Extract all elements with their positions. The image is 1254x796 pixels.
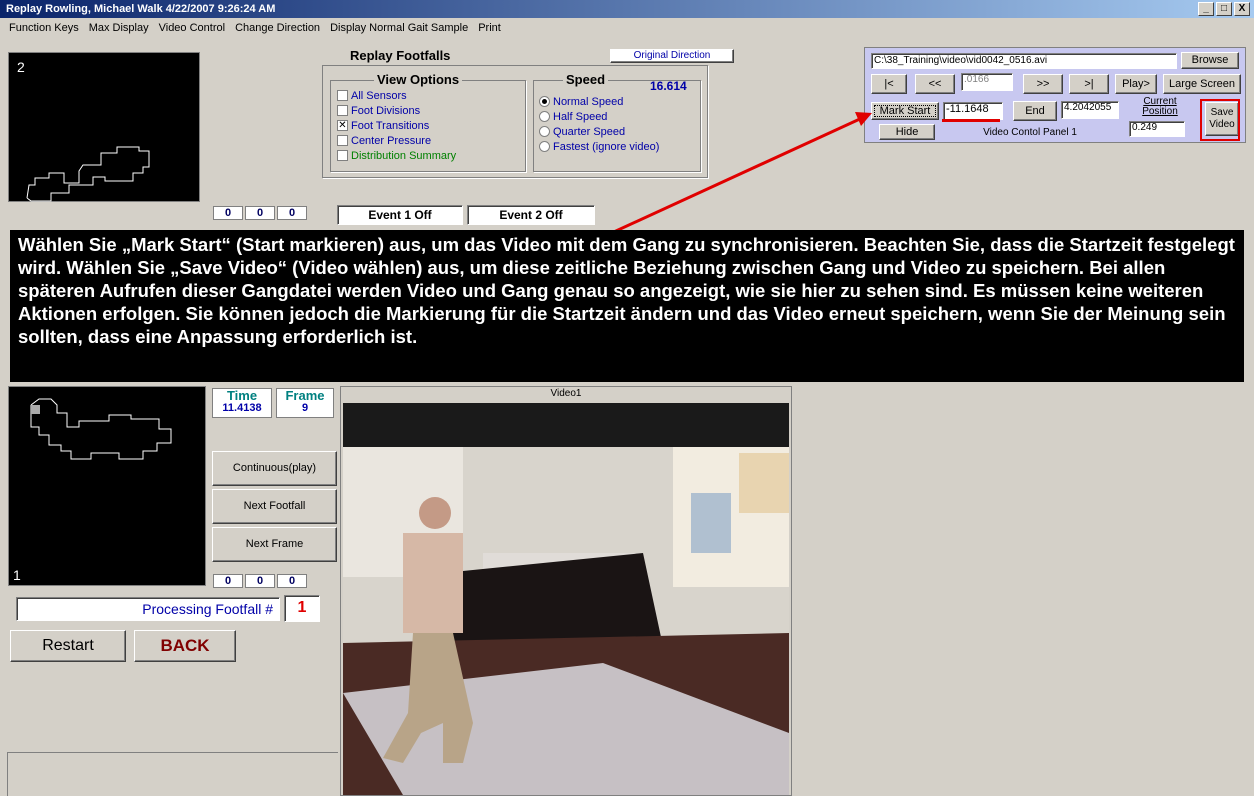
time-box: Time 11.4138 — [212, 388, 272, 418]
time-value: 11.4138 — [222, 402, 262, 414]
bottom-counters: 0 0 0 — [213, 574, 307, 588]
divider — [8, 752, 338, 753]
counter-1: 0 — [213, 574, 243, 588]
pointer-arrow-icon — [604, 112, 872, 238]
restart-button[interactable]: Restart — [10, 630, 126, 662]
footprint-panel-bottom: 1 — [8, 386, 206, 586]
processing-label: Processing Footfall # — [16, 597, 280, 621]
video-window: Video1 — [340, 386, 792, 796]
footprint-outline-icon — [30, 398, 172, 460]
back-button[interactable]: BACK — [134, 630, 236, 662]
next-footfall-button[interactable]: Next Footfall — [212, 489, 337, 524]
counter-3: 0 — [277, 574, 307, 588]
frame-box: Frame 9 — [276, 388, 334, 418]
frame-label: Frame — [285, 388, 325, 403]
video-scene-image — [343, 403, 789, 795]
processing-value: 1 — [284, 595, 320, 622]
counter-2: 0 — [245, 574, 275, 588]
instruction-caption: Wählen Sie „Mark Start“ (Start markieren… — [10, 230, 1244, 382]
continuous-play-button[interactable]: Continuous(play) — [212, 451, 337, 486]
video-window-title: Video1 — [550, 388, 582, 399]
next-frame-button[interactable]: Next Frame — [212, 527, 337, 562]
time-label: Time — [226, 388, 258, 403]
left-edge — [0, 752, 8, 796]
frame-value: 9 — [301, 402, 309, 414]
video-frame[interactable] — [343, 403, 789, 795]
